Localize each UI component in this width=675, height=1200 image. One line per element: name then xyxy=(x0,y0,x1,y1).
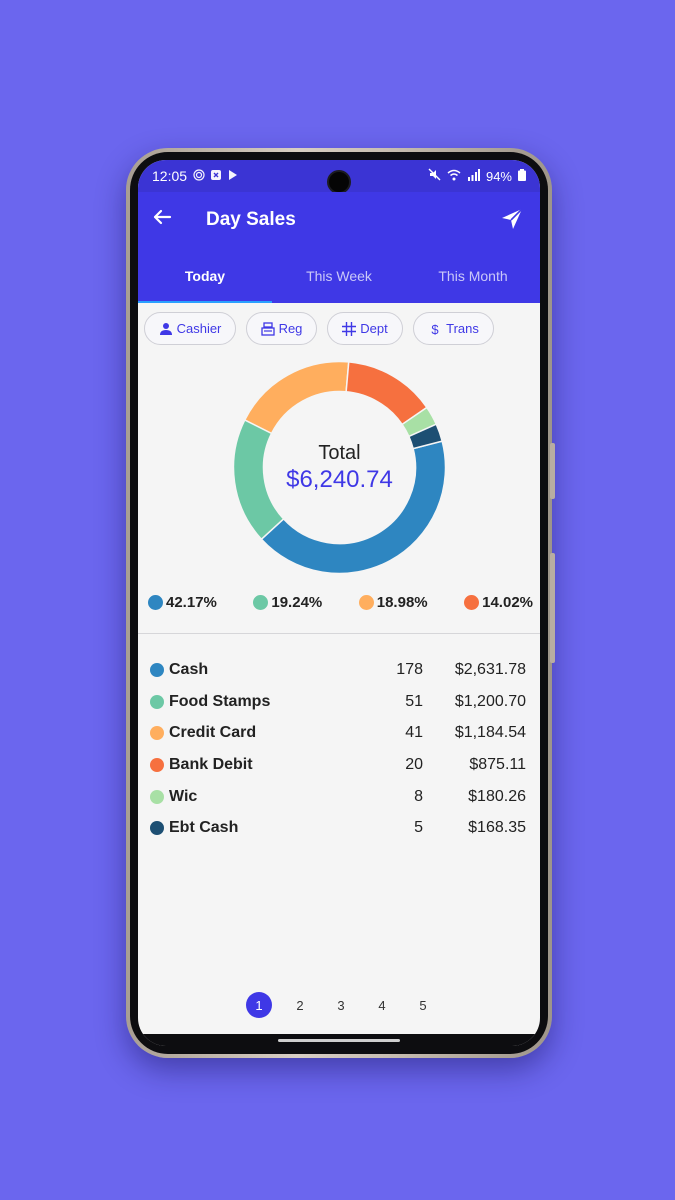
legend-label: 18.98% xyxy=(376,594,428,611)
legend-label: 19.24% xyxy=(271,594,323,611)
row-name: Credit Card xyxy=(169,724,257,742)
trans-chip[interactable]: $ Trans xyxy=(413,312,494,345)
filter-chips: Cashier Reg Dept $ Trans xyxy=(144,312,494,345)
legend-dot xyxy=(464,595,480,610)
fingerprint-icon xyxy=(193,168,205,184)
row-count: 5 xyxy=(414,819,423,837)
tab-this-month[interactable]: This Month xyxy=(406,248,540,303)
divider xyxy=(138,633,540,634)
page-button-3[interactable]: 3 xyxy=(328,992,354,1018)
app-play-icon xyxy=(227,169,239,184)
screen: 12:05 94% Day Sales Today This Week This… xyxy=(138,160,540,1046)
row-color-dot xyxy=(150,726,164,741)
row-amount: $1,200.70 xyxy=(454,692,526,710)
row-color-dot xyxy=(150,757,164,772)
table-row[interactable]: Wic 8 $180.26 xyxy=(138,781,540,813)
register-icon xyxy=(260,321,275,336)
page-title: Day Sales xyxy=(206,209,296,230)
row-name: Bank Debit xyxy=(169,755,253,773)
row-count: 51 xyxy=(405,692,423,710)
row-amount: $1,184.54 xyxy=(454,724,526,742)
battery-percent: 94% xyxy=(485,168,512,184)
power-button xyxy=(550,553,555,663)
app-x-icon xyxy=(210,169,222,184)
table-row[interactable]: Bank Debit 20 $875.11 xyxy=(138,749,540,781)
row-color-dot xyxy=(150,789,164,804)
row-color-dot xyxy=(150,662,164,677)
system-nav-bar xyxy=(138,1034,540,1046)
table-row[interactable]: Credit Card 41 $1,184.54 xyxy=(138,717,540,749)
dept-chip-label: Dept xyxy=(360,321,388,336)
legend-dot xyxy=(148,595,163,610)
status-time: 12:05 xyxy=(152,168,188,184)
legend-item: 19.24% xyxy=(253,594,322,611)
donut-chart: Total $6,240.74 xyxy=(232,360,447,575)
home-gesture-bar[interactable] xyxy=(278,1039,400,1042)
volume-button xyxy=(550,443,555,499)
person-icon xyxy=(159,322,172,335)
row-color-dot xyxy=(150,821,164,836)
row-count: 41 xyxy=(405,724,423,742)
row-color-dot xyxy=(150,694,164,709)
legend-item: 18.98% xyxy=(358,594,428,611)
legend-item: 42.17% xyxy=(148,594,217,611)
page-button-5[interactable]: 5 xyxy=(410,992,436,1018)
row-count: 178 xyxy=(396,660,423,678)
mute-icon xyxy=(428,168,441,184)
legend-dot xyxy=(358,595,374,610)
cashier-chip[interactable]: Cashier xyxy=(144,312,236,345)
signal-icon xyxy=(467,168,480,184)
reg-chip-label: Reg xyxy=(278,321,303,336)
trans-chip-label: Trans xyxy=(446,321,479,336)
donut-total-label: Total xyxy=(318,442,361,464)
cashier-chip-label: Cashier xyxy=(176,321,222,336)
dept-chip[interactable]: Dept xyxy=(327,312,403,345)
table-row[interactable]: Cash 178 $2,631.78 xyxy=(138,654,540,686)
row-amount: $180.26 xyxy=(468,787,526,805)
grid-icon xyxy=(342,321,357,336)
legend-label: 14.02% xyxy=(482,594,533,611)
chart-legend: 42.17% 19.24% 18.98% 14.02% xyxy=(148,594,533,611)
battery-icon xyxy=(518,168,526,184)
row-amount: $2,631.78 xyxy=(454,660,526,678)
page-button-1[interactable]: 1 xyxy=(246,992,272,1018)
donut-slice-credit-card[interactable] xyxy=(243,360,350,435)
period-tabs: Today This Week This Month xyxy=(138,248,540,303)
app-bar: Day Sales xyxy=(138,192,540,248)
page-button-4[interactable]: 4 xyxy=(369,992,395,1018)
page-button-2[interactable]: 2 xyxy=(287,992,313,1018)
phone-frame: 12:05 94% Day Sales Today This Week This… xyxy=(126,148,555,1058)
row-name: Wic xyxy=(169,787,198,805)
back-button[interactable] xyxy=(138,207,184,233)
row-name: Cash xyxy=(169,660,209,678)
front-camera xyxy=(327,170,351,194)
pagination: 1 2 3 4 5 xyxy=(246,992,436,1018)
row-name: Ebt Cash xyxy=(169,819,239,837)
legend-label: 42.17% xyxy=(166,594,217,611)
arrow-left-icon xyxy=(153,209,172,225)
row-amount: $168.35 xyxy=(468,819,526,837)
row-name: Food Stamps xyxy=(169,692,271,710)
svg-text:$: $ xyxy=(432,322,440,336)
row-count: 8 xyxy=(414,787,423,805)
tab-this-week[interactable]: This Week xyxy=(272,248,406,303)
row-count: 20 xyxy=(405,755,423,773)
send-icon xyxy=(502,208,523,229)
dollar-icon: $ xyxy=(432,322,440,336)
table-row[interactable]: Ebt Cash 5 $168.35 xyxy=(138,812,540,844)
legend-dot xyxy=(253,595,269,610)
tab-today[interactable]: Today xyxy=(138,248,272,303)
sales-table: Cash 178 $2,631.78 Food Stamps 51 $1,200… xyxy=(138,654,540,844)
status-right: 94% xyxy=(428,168,526,184)
table-row[interactable]: Food Stamps 51 $1,200.70 xyxy=(138,686,540,718)
send-button[interactable] xyxy=(500,207,526,233)
donut-total-amount: $6,240.74 xyxy=(286,466,393,493)
reg-chip[interactable]: Reg xyxy=(246,312,317,345)
legend-item: 14.02% xyxy=(464,594,533,611)
wifi-icon xyxy=(447,169,461,184)
row-amount: $875.11 xyxy=(469,755,526,773)
